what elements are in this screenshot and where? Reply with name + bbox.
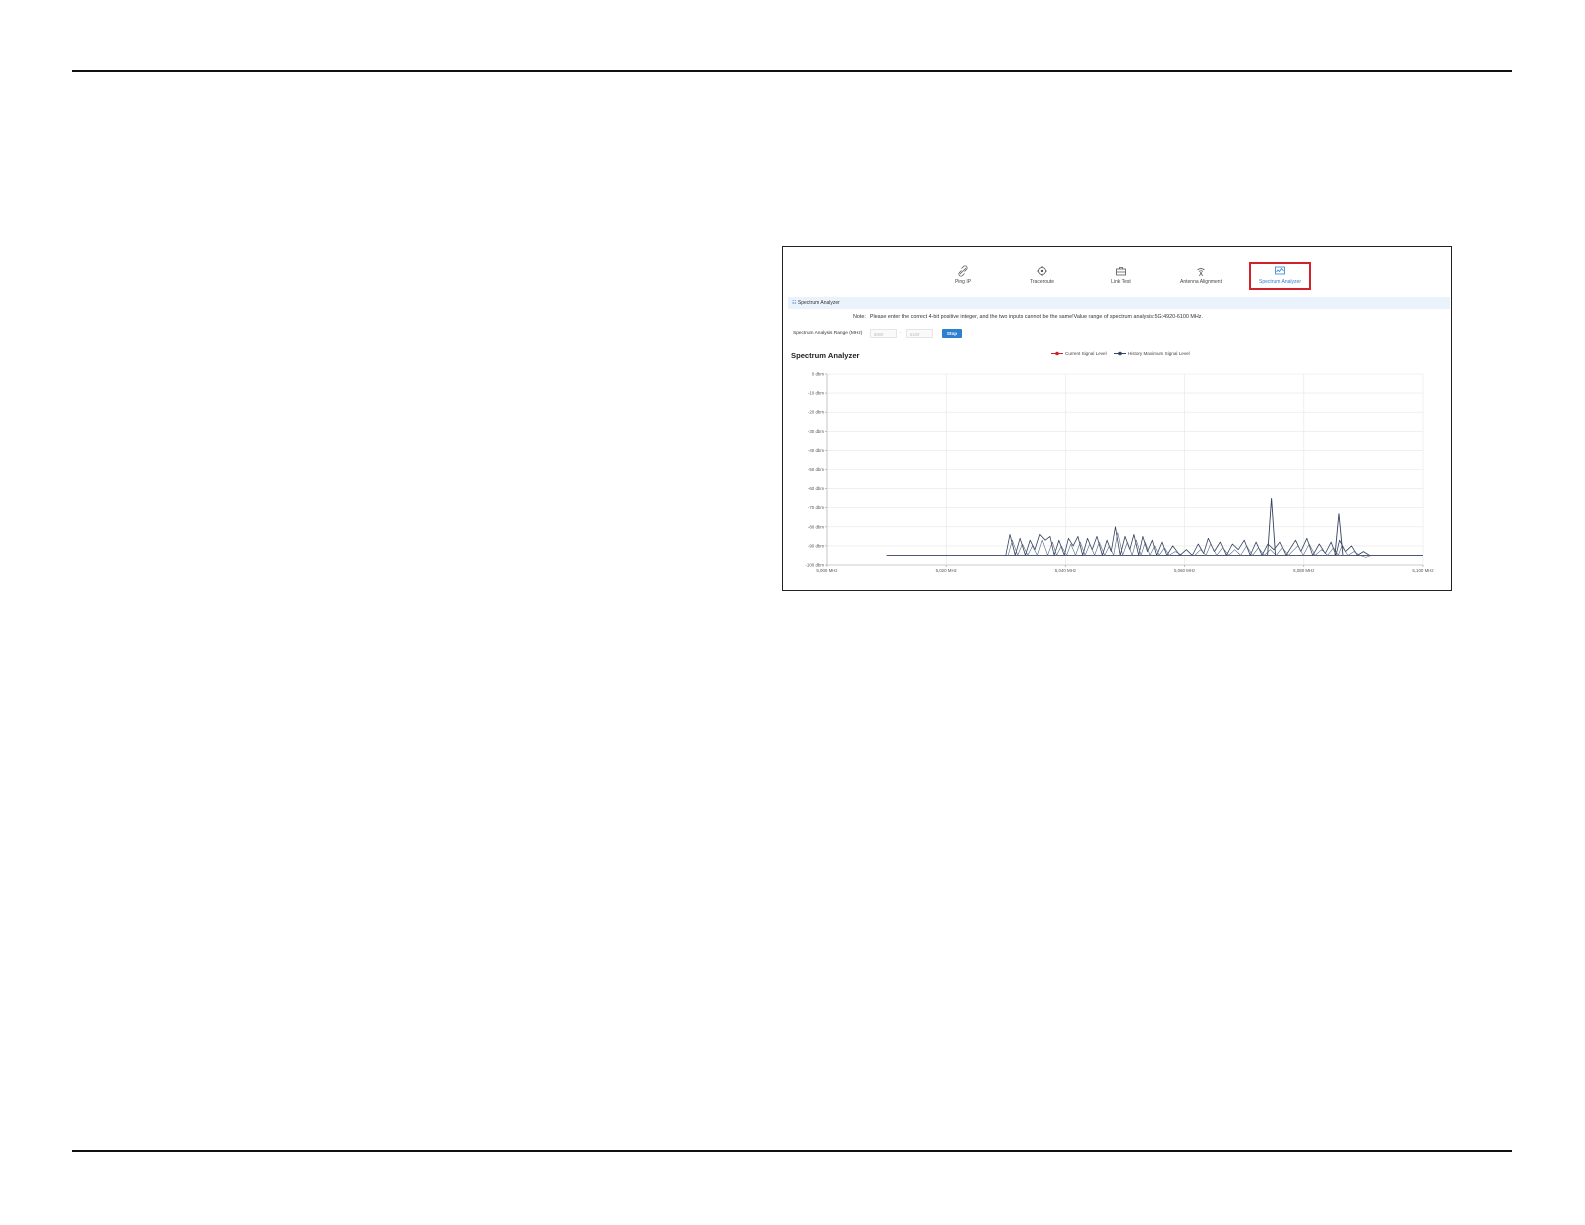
header-rule (72, 70, 1512, 72)
footer-rule (72, 1150, 1512, 1152)
x-tick-label: 5,100 MHz (1412, 568, 1433, 573)
spectrum-chart: 0 dbm -10 dbm -20 dbm -30 dbm -40 dbm -50 dbm… (805, 372, 1433, 574)
y-tick-label: -50 dbm (808, 467, 824, 472)
x-tick-label: 5,000 MHz (816, 568, 837, 573)
series-spike (1334, 513, 1344, 556)
x-tick-label: 5,080 MHz (1293, 568, 1314, 573)
y-tick-label: -90 dbm (808, 543, 824, 548)
screenshot-frame: Ping IP Traceroute Link Test Antenna Ali… (782, 246, 1452, 591)
x-tick-label: 5,040 MHz (1055, 568, 1076, 573)
x-tick-label: 5,060 MHz (1174, 568, 1195, 573)
series-history-line (1005, 526, 1370, 556)
y-tick-label: -30 dbm (808, 429, 824, 434)
y-tick-label: -60 dbm (808, 486, 824, 491)
y-tick-label: -10 dbm (808, 391, 824, 396)
y-tick-label: -80 dbm (808, 524, 824, 529)
y-tick-label: 0 dbm (812, 372, 825, 377)
y-tick-label: -100 dbm (805, 563, 824, 568)
y-tick-label: -20 dbm (808, 410, 824, 415)
y-tick-label: -40 dbm (808, 448, 824, 453)
y-tick-label: -70 dbm (808, 505, 824, 510)
x-tick-label: 5,020 MHz (936, 568, 957, 573)
